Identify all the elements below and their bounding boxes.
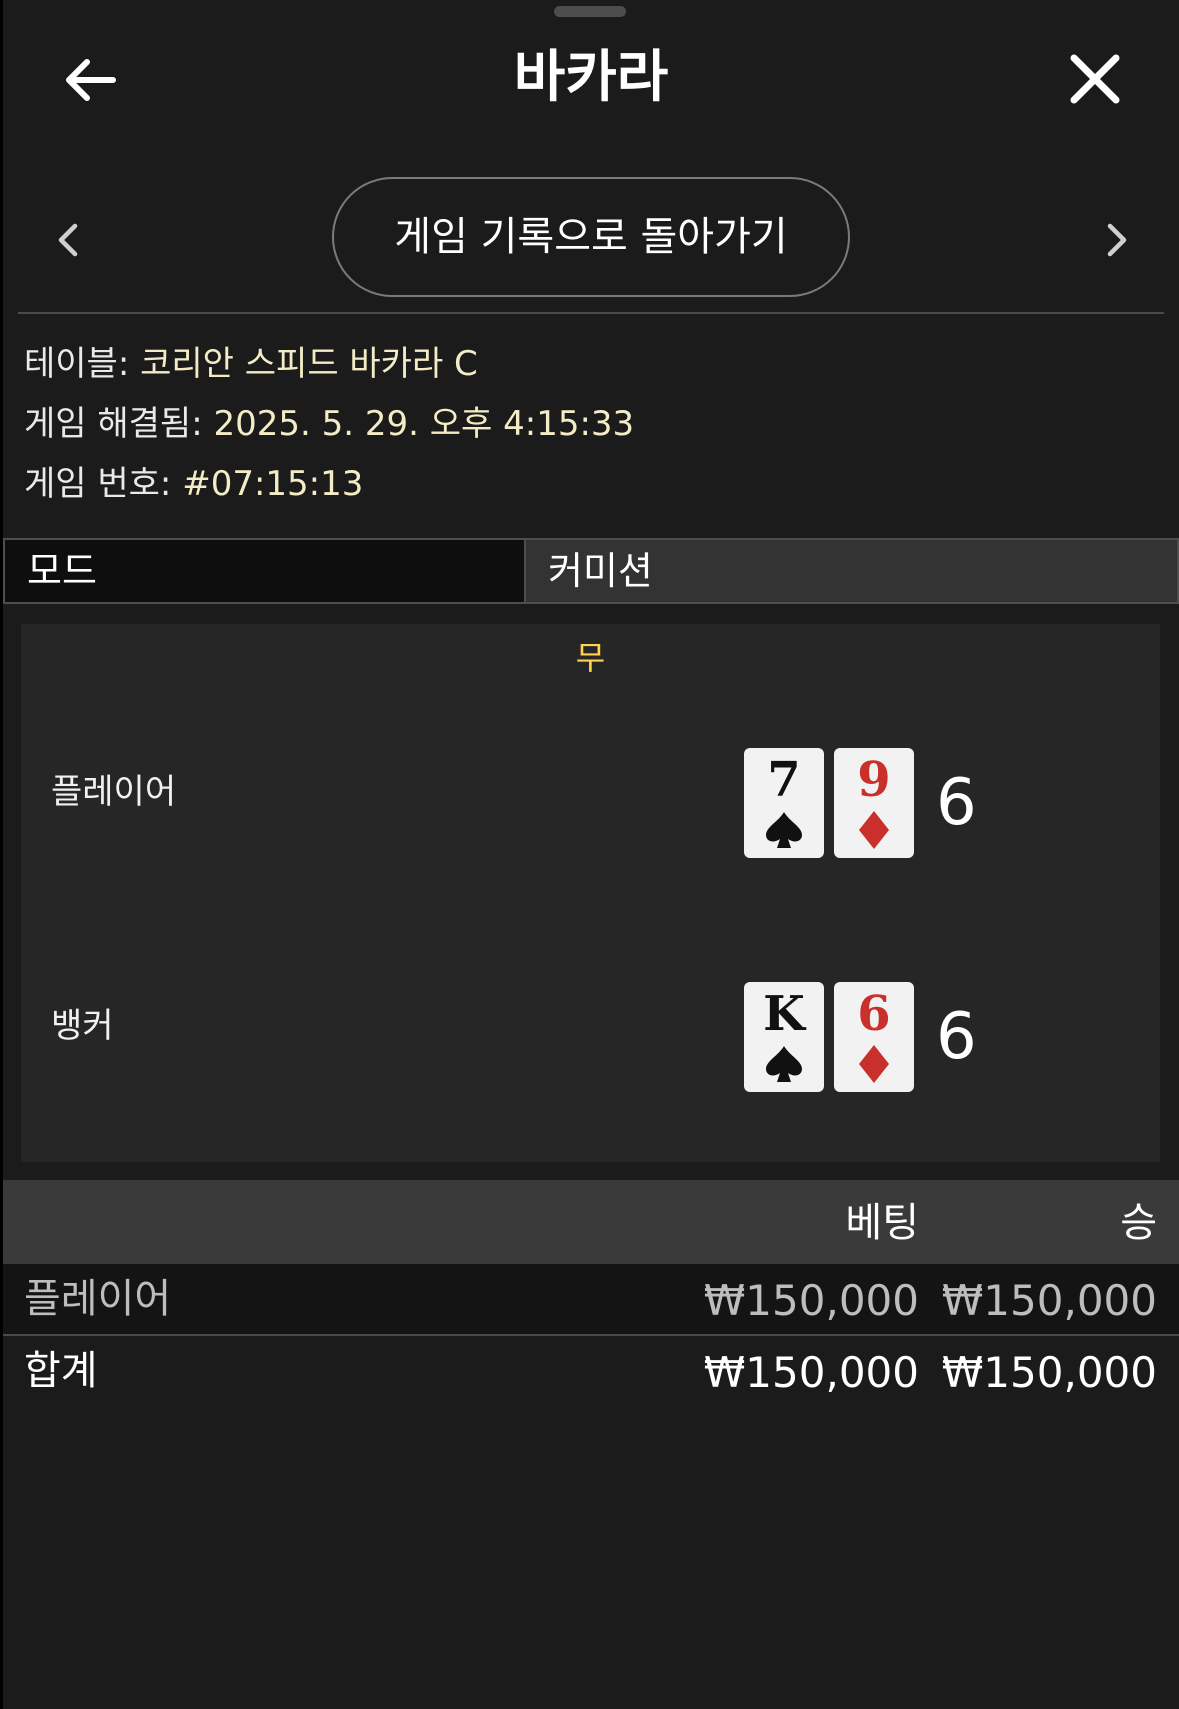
- card-rank: 6: [857, 986, 891, 1042]
- banker-card-2: 6: [834, 982, 914, 1092]
- chevron-left-icon[interactable]: [53, 220, 83, 260]
- banker-card-1: K: [744, 982, 824, 1092]
- result-panel: 무 플레이어 7 9 6 뱅커 K 6 6: [21, 624, 1160, 1162]
- tab-mode[interactable]: 모드: [3, 538, 524, 604]
- card-rank: 7: [767, 752, 801, 808]
- total-bet-amount: ₩150,000: [703, 1348, 919, 1397]
- bottom-sheet: 바카라 게임 기록으로 돌아가기 테이블: 코리안 스피드 바카라 C 게임 해…: [3, 0, 1179, 1709]
- tab-commission[interactable]: 커미션: [524, 538, 1179, 604]
- game-number-label: 게임 번호:: [24, 464, 172, 504]
- card-rank: 9: [857, 752, 891, 808]
- page-title: 바카라: [513, 45, 669, 110]
- total-label: 합계: [24, 1348, 98, 1394]
- card-rank: K: [763, 986, 805, 1042]
- total-row: 합계 ₩150,000 ₩150,000: [3, 1336, 1179, 1406]
- row-win-amount: ₩150,000: [941, 1276, 1157, 1325]
- row-label: 플레이어: [24, 1276, 172, 1322]
- diamond-icon: [859, 811, 889, 849]
- resolved-label: 게임 해결됨:: [24, 404, 203, 444]
- table-value: 코리안 스피드 바카라 C: [140, 344, 478, 384]
- game-number-value: #07:15:13: [182, 464, 364, 504]
- close-icon[interactable]: [1070, 54, 1120, 104]
- resolved-value: 2025. 5. 29. 오후 4:15:33: [213, 404, 635, 444]
- back-to-history-button[interactable]: 게임 기록으로 돌아가기: [332, 177, 850, 297]
- player-label: 플레이어: [51, 772, 177, 812]
- banker-label: 뱅커: [51, 1006, 114, 1046]
- chevron-right-icon[interactable]: [1102, 220, 1132, 260]
- header-divider: [18, 312, 1164, 314]
- spade-icon: [766, 812, 802, 848]
- total-win-amount: ₩150,000: [941, 1348, 1157, 1397]
- row-bet-amount: ₩150,000: [703, 1276, 919, 1325]
- spade-icon: [766, 1046, 802, 1082]
- banker-total: 6: [936, 1000, 977, 1074]
- game-number-info: 게임 번호: #07:15:13: [24, 462, 363, 506]
- bet-table-header: 베팅 승: [3, 1180, 1179, 1264]
- diamond-icon: [859, 1045, 889, 1083]
- table-info: 테이블: 코리안 스피드 바카라 C: [24, 342, 478, 386]
- table-row: 플레이어 ₩150,000 ₩150,000: [3, 1264, 1179, 1334]
- player-total: 6: [936, 766, 977, 840]
- drag-handle[interactable]: [554, 6, 626, 17]
- column-bet: 베팅: [845, 1200, 919, 1246]
- table-label: 테이블:: [24, 344, 130, 384]
- player-card-2: 9: [834, 748, 914, 858]
- player-card-1: 7: [744, 748, 824, 858]
- column-win: 승: [1120, 1200, 1157, 1246]
- resolved-info: 게임 해결됨: 2025. 5. 29. 오후 4:15:33: [24, 402, 634, 446]
- outcome-label: 무: [575, 639, 606, 677]
- tab-bar: 모드 커미션: [3, 538, 1179, 604]
